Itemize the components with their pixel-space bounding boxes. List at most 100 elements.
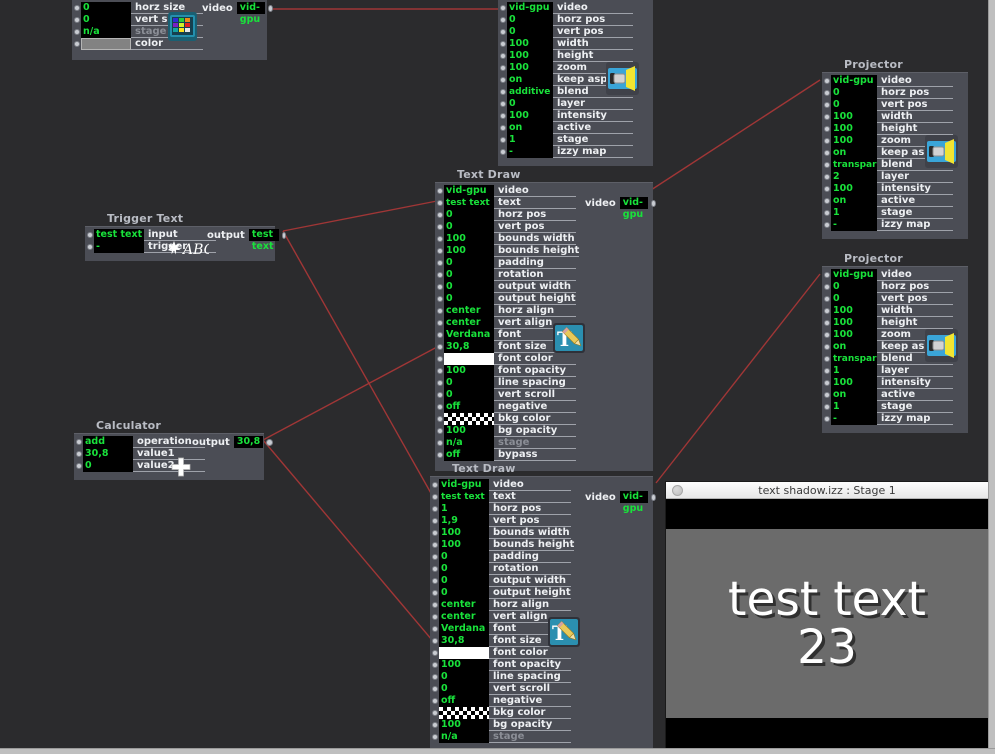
- node-row[interactable]: 100 height: [822, 123, 968, 135]
- input-port[interactable]: [822, 87, 831, 99]
- input-port[interactable]: [85, 229, 94, 241]
- input-port[interactable]: [822, 195, 831, 207]
- node-text-draw-top[interactable]: Text Draw vid-gpu video test text text 0 horz…: [435, 168, 657, 471]
- row-value[interactable]: off: [444, 449, 494, 461]
- row-value[interactable]: center: [444, 305, 494, 317]
- row-value[interactable]: 100: [831, 111, 877, 123]
- row-value[interactable]: 100: [831, 183, 877, 195]
- row-value[interactable]: 100: [444, 233, 494, 245]
- output-port[interactable]: [651, 493, 657, 501]
- input-port[interactable]: [72, 38, 81, 50]
- input-port[interactable]: [498, 26, 507, 38]
- input-port[interactable]: [435, 245, 444, 257]
- input-port[interactable]: [435, 281, 444, 293]
- input-port[interactable]: [822, 269, 831, 281]
- stage-titlebar[interactable]: text shadow.izz : Stage 1: [666, 482, 988, 499]
- input-port[interactable]: [435, 437, 444, 449]
- node-row[interactable]: 100 width: [822, 111, 968, 123]
- input-port[interactable]: [822, 207, 831, 219]
- input-port[interactable]: [498, 50, 507, 62]
- patch-canvas[interactable]: 0 horz size 0 vert size n/a stage color: [0, 0, 988, 748]
- row-value[interactable]: 100: [831, 123, 877, 135]
- row-value[interactable]: on: [831, 195, 877, 207]
- node-row[interactable]: 0 horz pos: [822, 281, 968, 293]
- node-calculator[interactable]: Calculator add operation 30,8 value1 0 v…: [74, 419, 274, 480]
- row-value[interactable]: off: [439, 695, 489, 707]
- row-value[interactable]: 2: [831, 171, 877, 183]
- row-value[interactable]: 100: [507, 110, 553, 122]
- color-swatch-checker[interactable]: [444, 413, 494, 425]
- row-value[interactable]: 100: [507, 38, 553, 50]
- node-row[interactable]: 0 vert pos: [498, 26, 653, 38]
- row-value[interactable]: 0: [444, 221, 494, 233]
- node-row[interactable]: on active: [498, 122, 653, 134]
- input-port[interactable]: [498, 98, 507, 110]
- input-port[interactable]: [435, 305, 444, 317]
- node-projector-2[interactable]: Projector vid-gpu video 0 horz pos 0 vert pos…: [822, 252, 968, 433]
- node-row[interactable]: 100 bounds width: [435, 233, 653, 245]
- node-row[interactable]: vid-gpu video: [822, 269, 968, 281]
- input-port[interactable]: [822, 353, 831, 365]
- input-port[interactable]: [822, 159, 831, 171]
- input-port[interactable]: [72, 14, 81, 26]
- node-row[interactable]: - izzy map: [822, 413, 968, 425]
- color-swatch-checker[interactable]: [439, 707, 489, 719]
- row-value[interactable]: on: [831, 389, 877, 401]
- input-port[interactable]: [822, 111, 831, 123]
- input-port[interactable]: [435, 209, 444, 221]
- node-row[interactable]: font color: [435, 353, 653, 365]
- input-port[interactable]: [498, 2, 507, 14]
- node-row[interactable]: 0 horz pos: [498, 14, 653, 26]
- node-row[interactable]: 100 width: [822, 305, 968, 317]
- row-value[interactable]: Verdana: [439, 623, 489, 635]
- input-port[interactable]: [498, 62, 507, 74]
- row-value[interactable]: n/a: [439, 731, 489, 743]
- row-value[interactable]: 100: [831, 317, 877, 329]
- vertical-scrollbar[interactable]: [988, 0, 995, 748]
- node-row[interactable]: bkg color: [430, 707, 653, 719]
- row-value[interactable]: Verdana: [444, 329, 494, 341]
- node-row[interactable]: vid-gpu video: [435, 185, 653, 197]
- input-port[interactable]: [85, 241, 94, 253]
- row-value[interactable]: 0: [439, 563, 489, 575]
- node-row[interactable]: 1 horz pos: [430, 503, 653, 515]
- row-value[interactable]: 0: [81, 14, 131, 26]
- input-port[interactable]: [430, 539, 439, 551]
- node-color-generator[interactable]: 0 horz size 0 vert size n/a stage color: [72, 0, 274, 60]
- input-port[interactable]: [430, 491, 439, 503]
- node-row[interactable]: 0 output width: [430, 575, 653, 587]
- row-value[interactable]: 0: [444, 257, 494, 269]
- node-row[interactable]: 1 stage: [498, 134, 653, 146]
- node-row[interactable]: - izzy map: [498, 146, 653, 158]
- input-port[interactable]: [822, 147, 831, 159]
- node-row[interactable]: 100 intensity: [822, 183, 968, 195]
- row-value[interactable]: 0: [83, 460, 133, 472]
- row-value[interactable]: center: [444, 317, 494, 329]
- row-value[interactable]: on: [507, 122, 553, 134]
- input-port[interactable]: [435, 377, 444, 389]
- row-value[interactable]: -: [831, 413, 877, 425]
- row-value[interactable]: 30,8: [444, 341, 494, 353]
- input-port[interactable]: [430, 695, 439, 707]
- input-port[interactable]: [430, 671, 439, 683]
- node-row[interactable]: - izzy map: [822, 219, 968, 231]
- row-value[interactable]: 0: [444, 209, 494, 221]
- input-port[interactable]: [822, 293, 831, 305]
- row-value[interactable]: transpar: [831, 353, 877, 365]
- node-row[interactable]: n/a stage: [430, 731, 653, 743]
- input-port[interactable]: [430, 611, 439, 623]
- input-port[interactable]: [822, 171, 831, 183]
- node-row[interactable]: 0 value2: [74, 460, 264, 472]
- input-port[interactable]: [430, 563, 439, 575]
- row-value[interactable]: n/a: [81, 26, 131, 38]
- node-row[interactable]: 0 output height: [435, 293, 653, 305]
- row-value[interactable]: 0: [439, 575, 489, 587]
- node-row[interactable]: vid-gpu video: [430, 479, 653, 491]
- row-value[interactable]: 0: [439, 587, 489, 599]
- node-row[interactable]: 100 bounds height: [435, 245, 653, 257]
- input-port[interactable]: [822, 75, 831, 87]
- input-port[interactable]: [430, 503, 439, 515]
- node-row[interactable]: 0 vert pos: [435, 221, 653, 233]
- node-row[interactable]: 0 rotation: [430, 563, 653, 575]
- output-result[interactable]: output 30,8: [192, 436, 274, 448]
